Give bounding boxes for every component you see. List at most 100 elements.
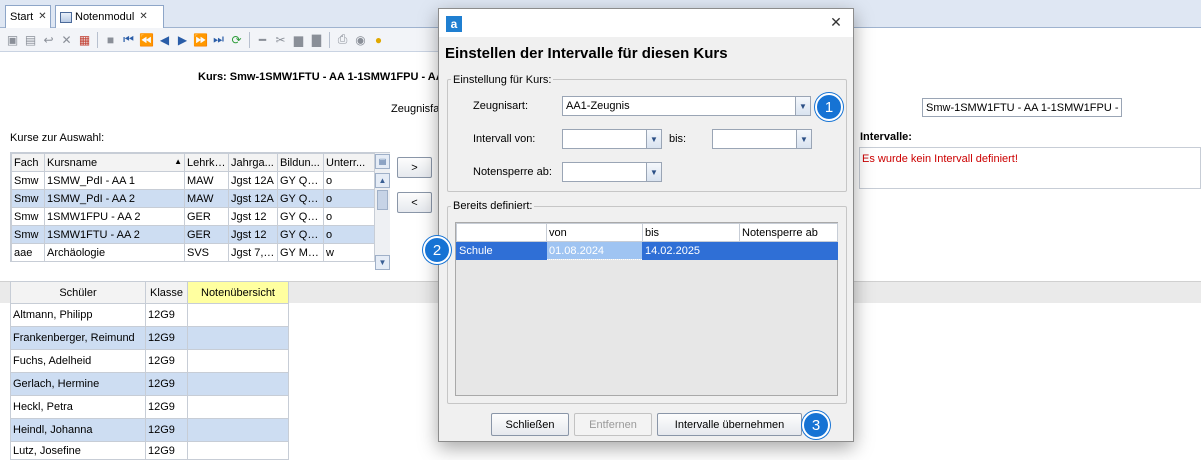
next-fast-icon[interactable]: ⏩ bbox=[193, 32, 208, 47]
refresh-icon[interactable]: ⟳ bbox=[229, 32, 244, 47]
scroll-down-icon[interactable]: ▼ bbox=[375, 255, 390, 270]
cell[interactable] bbox=[187, 441, 289, 460]
column-header[interactable]: Schüler bbox=[10, 281, 146, 304]
cell: Smw bbox=[11, 189, 45, 208]
cell: o bbox=[323, 225, 375, 244]
scroll-up-icon[interactable]: ▲ bbox=[375, 173, 390, 188]
save-icon[interactable]: ▣ bbox=[5, 32, 20, 47]
add-course-button[interactable]: > bbox=[397, 157, 432, 178]
delete-icon[interactable]: ✕ bbox=[59, 32, 74, 47]
chevron-down-icon[interactable]: ▼ bbox=[646, 163, 661, 181]
defined-intervals-label: Bereits definiert: bbox=[451, 200, 535, 212]
cell: Heckl, Petra bbox=[10, 395, 146, 419]
cell[interactable] bbox=[187, 326, 289, 350]
table-row[interactable]: Smw 1SMW1FTU - AA 2 GER Jgst 12 GY Qu... o bbox=[11, 225, 375, 244]
table-row[interactable]: aae Archäologie SVS Jgst 7, ... GY Mu... w bbox=[11, 243, 375, 262]
remove-course-button[interactable]: < bbox=[397, 192, 432, 213]
close-icon[interactable]: ✕ bbox=[139, 7, 147, 27]
scroll-thumb[interactable] bbox=[377, 190, 388, 210]
table-row[interactable]: Smw 1SMW_PdI - AA 1 MAW Jgst 12A GY Qu... o bbox=[11, 171, 375, 190]
last-icon[interactable]: ⏭ bbox=[211, 32, 226, 47]
cell: MAW bbox=[184, 189, 229, 208]
tab-notenmodul[interactable]: Notenmodul ✕ bbox=[55, 5, 164, 28]
undo-icon[interactable]: ↩ bbox=[41, 32, 56, 47]
cut-icon[interactable]: ✂ bbox=[273, 32, 288, 47]
print-icon[interactable]: ⎙ bbox=[335, 32, 350, 47]
table-row[interactable]: Frankenberger, Reimund 12G9 bbox=[10, 326, 289, 350]
kurse-label: Kurse zur Auswahl: bbox=[10, 132, 105, 144]
notensperre-label: Notensperre ab: bbox=[473, 166, 552, 178]
intervall-von-date[interactable]: ▼ bbox=[562, 129, 662, 149]
column-header[interactable]: Unterr... bbox=[323, 153, 375, 172]
duplicate-icon[interactable]: ▇ bbox=[309, 32, 324, 47]
table-row[interactable]: Smw 1SMW1FPU - AA 2 GER Jgst 12 GY Qu... o bbox=[11, 207, 375, 226]
cell[interactable] bbox=[187, 349, 289, 373]
cell[interactable] bbox=[187, 372, 289, 396]
tab-start[interactable]: Start ✕ bbox=[5, 5, 51, 28]
close-icon[interactable]: ✕ bbox=[38, 7, 46, 27]
paste-icon[interactable]: ▆ bbox=[291, 32, 306, 47]
column-header[interactable]: von bbox=[546, 223, 643, 242]
cell: Jgst 12A bbox=[228, 189, 278, 208]
kurs-row: Kurs: Smw-1SMW1FTU - AA 1-1SMW1FPU - AA bbox=[198, 71, 444, 83]
table-row[interactable]: Lutz, Josefine 12G9 bbox=[10, 441, 289, 460]
close-button[interactable]: Schließen bbox=[491, 413, 569, 436]
first-icon[interactable]: ⏮ bbox=[121, 32, 136, 47]
cell: 1SMW_PdI - AA 2 bbox=[44, 189, 185, 208]
prev-icon[interactable]: ◀ bbox=[157, 32, 172, 47]
zeugnisart-select[interactable]: AA1-Zeugnis ▼ bbox=[562, 96, 811, 116]
cell: Lutz, Josefine bbox=[10, 441, 146, 460]
table-row[interactable]: Fuchs, Adelheid 12G9 bbox=[10, 349, 289, 373]
column-chooser-icon[interactable]: ▤ bbox=[375, 154, 390, 169]
cell: 12G9 bbox=[145, 303, 188, 327]
hint-icon[interactable]: ● bbox=[371, 32, 386, 47]
column-header[interactable]: Lehrkr... bbox=[184, 153, 229, 172]
column-header[interactable]: Kursname ▲ bbox=[44, 153, 185, 172]
chevron-down-icon[interactable]: ▼ bbox=[796, 130, 811, 148]
table-row[interactable]: Gerlach, Hermine 12G9 bbox=[10, 372, 289, 396]
schueler-table: Schüler Klasse Notenübersicht Altmann, P… bbox=[10, 281, 289, 460]
cell: GY Mu... bbox=[277, 243, 324, 262]
column-header[interactable]: Notenübersicht bbox=[187, 281, 289, 304]
cell[interactable] bbox=[187, 418, 289, 442]
cell[interactable] bbox=[187, 303, 289, 327]
save-disabled-icon[interactable]: ▤ bbox=[23, 32, 38, 47]
table-row[interactable]: Altmann, Philipp 12G9 bbox=[10, 303, 289, 327]
bis-label: bis: bbox=[669, 133, 687, 145]
chevron-down-icon[interactable]: ▼ bbox=[795, 97, 810, 115]
chevron-down-icon[interactable]: ▼ bbox=[646, 130, 661, 148]
cell[interactable]: 01.08.2024 bbox=[546, 241, 643, 260]
column-header[interactable]: Notensperre ab bbox=[739, 223, 838, 242]
notensperre-date[interactable]: ▼ bbox=[562, 162, 662, 182]
cell: Schule bbox=[456, 241, 547, 260]
column-header[interactable]: Klasse bbox=[145, 281, 188, 304]
kurse-scrollbar[interactable]: ▤ ▲ ▼ bbox=[374, 153, 390, 270]
apply-intervals-button[interactable]: Intervalle übernehmen bbox=[657, 413, 802, 436]
column-header[interactable]: Jahrga... bbox=[228, 153, 278, 172]
kurs-field[interactable]: Smw-1SMW1FTU - AA 1-1SMW1FPU - bbox=[922, 98, 1122, 117]
table-row[interactable]: Heckl, Petra 12G9 bbox=[10, 395, 289, 419]
close-icon[interactable]: ✕ bbox=[827, 14, 845, 32]
table-row[interactable]: Smw 1SMW_PdI - AA 2 MAW Jgst 12A GY Qu... o bbox=[11, 189, 375, 208]
column-header[interactable]: bis bbox=[642, 223, 740, 242]
intervalle-label: Intervalle: bbox=[860, 131, 912, 143]
cell: GY Qu... bbox=[277, 189, 324, 208]
column-header[interactable]: Bildun... bbox=[277, 153, 324, 172]
view-icon[interactable]: ◉ bbox=[353, 32, 368, 47]
remove-icon[interactable]: ━ bbox=[255, 32, 270, 47]
cell[interactable] bbox=[187, 395, 289, 419]
column-header[interactable]: Fach bbox=[11, 153, 45, 172]
next-icon[interactable]: ▶ bbox=[175, 32, 190, 47]
step-badge-2: 2 bbox=[423, 236, 451, 264]
copy-icon[interactable]: ■ bbox=[103, 32, 118, 47]
cell: aae bbox=[11, 243, 45, 262]
remove-button[interactable]: Entfernen bbox=[574, 413, 652, 436]
table-row[interactable]: Heindl, Johanna 12G9 bbox=[10, 418, 289, 442]
intervall-von-label: Intervall von: bbox=[473, 133, 536, 145]
cell: o bbox=[323, 171, 375, 190]
table-row[interactable]: Schule 01.08.2024 14.02.2025 bbox=[456, 241, 838, 260]
column-header[interactable] bbox=[456, 223, 547, 242]
bis-date[interactable]: ▼ bbox=[712, 129, 812, 149]
prev-fast-icon[interactable]: ⏪ bbox=[139, 32, 154, 47]
export-icon[interactable]: ▦ bbox=[77, 32, 92, 47]
